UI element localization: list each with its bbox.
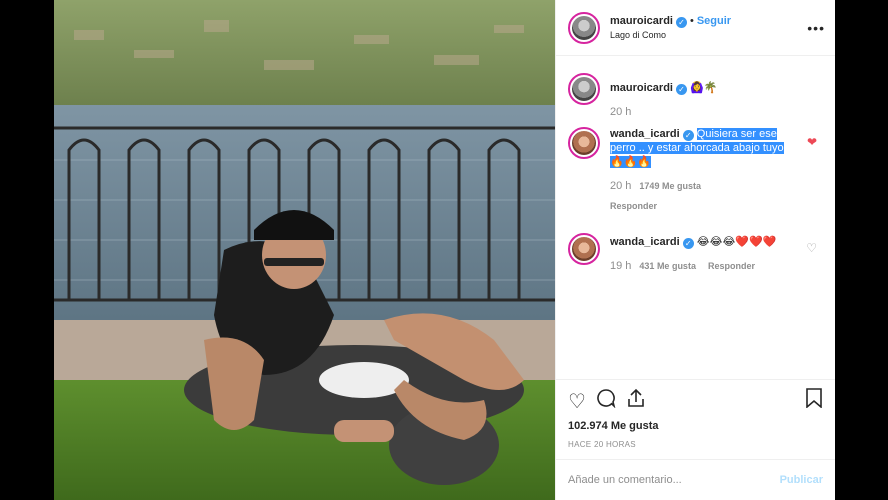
publish-button[interactable]: Publicar (780, 474, 823, 486)
add-comment-bar: Publicar (556, 459, 835, 500)
post-actions: ♡ 102.974 Me gusta HACE 20 HORAS (556, 379, 835, 459)
caption-row: mauroicardi ✓ 🙆‍♀️🌴 20 h (568, 73, 823, 119)
comment-row: wanda_icardi ✓ 😂😂😂❤️❤️❤️ 19 h 431 Me gusta… (568, 233, 823, 273)
share-icon[interactable] (626, 388, 646, 414)
verified-icon: ✓ (682, 130, 694, 141)
verified-icon: ✓ (682, 238, 694, 249)
comment-username[interactable]: wanda_icardi (610, 236, 680, 248)
reply-button[interactable]: Responder (708, 261, 755, 271)
comment-heart-icon[interactable]: ♡ (806, 241, 817, 255)
more-icon[interactable]: ••• (807, 20, 825, 36)
separator-dot: • (689, 14, 694, 27)
comment-likes[interactable]: 1749 Me gusta (639, 181, 701, 191)
comment-text: 😂😂😂❤️❤️❤️ (696, 236, 777, 248)
instagram-post-modal: mauroicardi ✓ • Seguir Lago di Como ••• mau… (54, 0, 835, 500)
post-header: mauroicardi ✓ • Seguir Lago di Como ••• (556, 0, 835, 56)
caption-text: 🙆‍♀️🌴 (690, 82, 718, 94)
caption-avatar[interactable] (568, 73, 600, 105)
likes-count[interactable]: 102.974 Me gusta (568, 420, 823, 432)
verified-icon: ✓ (675, 16, 687, 28)
author-username[interactable]: mauroicardi (610, 15, 673, 27)
reply-button[interactable]: Responder (610, 201, 657, 211)
heart-icon[interactable]: ♡ (568, 389, 586, 414)
bookmark-icon[interactable] (805, 388, 823, 414)
post-timestamp[interactable]: HACE 20 HORAS (568, 440, 823, 449)
comment-icon[interactable] (596, 388, 616, 414)
post-photo[interactable] (54, 0, 555, 500)
comments-list[interactable]: mauroicardi ✓ 🙆‍♀️🌴 20 h wanda_icardi ✓ Qu… (556, 57, 835, 379)
comment-time[interactable]: 19 h (610, 260, 631, 272)
comment-time[interactable]: 20 h (610, 180, 631, 192)
post-location[interactable]: Lago di Como (610, 28, 731, 42)
comment-row: wanda_icardi ✓ Quisiera ser ese perro .. … (568, 127, 823, 213)
caption-username[interactable]: mauroicardi (610, 82, 673, 94)
comment-likes[interactable]: 431 Me gusta (639, 261, 696, 271)
comment-username[interactable]: wanda_icardi (610, 128, 680, 140)
verified-icon: ✓ (675, 84, 687, 95)
comment-avatar[interactable] (568, 233, 600, 265)
comment-input[interactable] (568, 474, 780, 486)
comment-avatar[interactable] (568, 127, 600, 159)
author-avatar[interactable] (568, 11, 600, 44)
photo-image (54, 0, 555, 500)
follow-button[interactable]: Seguir (697, 15, 731, 27)
caption-time[interactable]: 20 h (610, 105, 790, 119)
comment-heart-icon[interactable]: ❤ (807, 135, 817, 149)
post-sidebar: mauroicardi ✓ • Seguir Lago di Como ••• mau… (555, 0, 835, 500)
